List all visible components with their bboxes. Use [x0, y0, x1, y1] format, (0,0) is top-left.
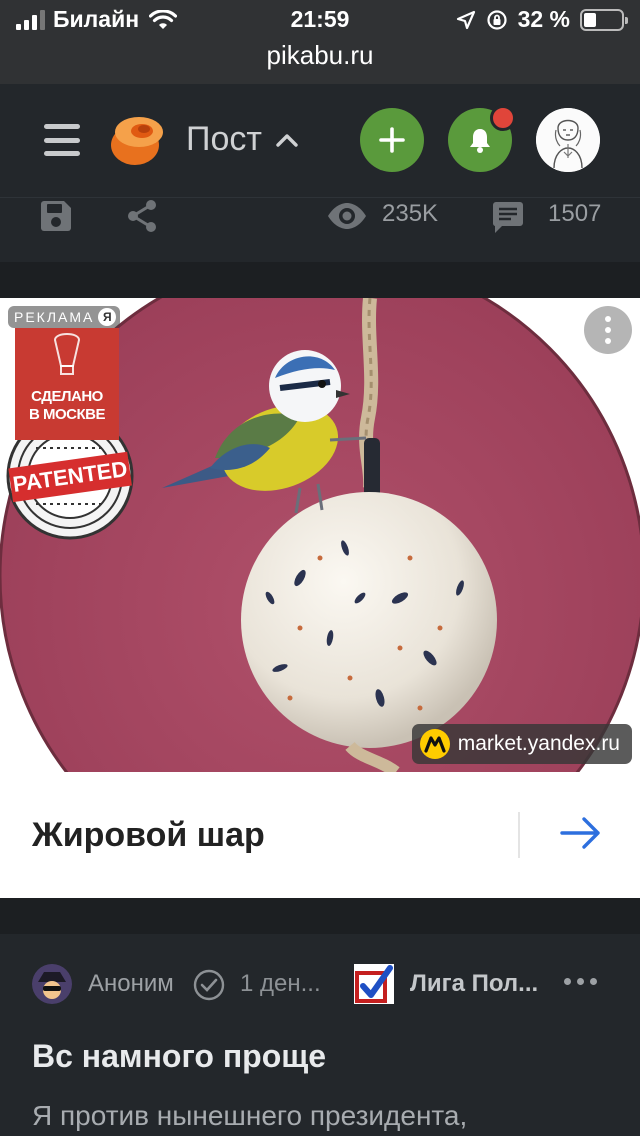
- feed-divider: [0, 262, 640, 298]
- user-avatar[interactable]: [536, 108, 600, 172]
- feed-divider-2: [0, 898, 640, 934]
- post-time: 1 ден...: [240, 970, 321, 997]
- post-text: Я против нынешнего президента,: [32, 1100, 468, 1131]
- battery-icon: [580, 8, 628, 31]
- anonymous-avatar[interactable]: [32, 964, 72, 1004]
- post-more-button[interactable]: [564, 978, 597, 985]
- plus-icon: [379, 127, 405, 153]
- notification-badge: [490, 105, 516, 131]
- post-title[interactable]: Вс намного проще: [32, 1038, 326, 1075]
- status-right: 32 %: [456, 6, 628, 33]
- page-title[interactable]: Пост: [186, 120, 298, 159]
- add-post-button[interactable]: [360, 108, 424, 172]
- post-meta: Аноним 1 ден... Лига Пол...: [32, 964, 612, 1008]
- chevron-up-icon: [276, 133, 298, 147]
- ad-label: РЕКЛАМА: [14, 309, 95, 325]
- spy-avatar-icon: [32, 964, 72, 1004]
- post-card: Аноним 1 ден... Лига Пол... Вс намного п…: [0, 934, 640, 1136]
- notifications-button[interactable]: [448, 105, 516, 172]
- app-header: Пост: [0, 84, 640, 198]
- save-icon[interactable]: [38, 198, 74, 234]
- made-in-moscow-badge: СДЕЛАНО В МОСКВЕ: [15, 328, 119, 440]
- ad-label-badge: РЕКЛАМА Я: [8, 306, 121, 328]
- ad-title[interactable]: Жировой шар: [32, 816, 265, 855]
- ad-source-label: market.yandex.ru: [457, 732, 620, 755]
- location-arrow-icon: [456, 10, 475, 29]
- status-bar: Билайн 21:59 32 % pikabu.ru: [0, 0, 640, 84]
- checkbox-vote-icon: [355, 965, 393, 1003]
- moscow-badge-icon: [53, 333, 81, 375]
- ad-source-link[interactable]: market.yandex.ru: [411, 724, 632, 764]
- ad-image[interactable]: PATENTED СДЕЛАНО В МОСКВЕ РЕКЛАМА Я marke…: [0, 298, 640, 772]
- community-name[interactable]: Лига Пол...: [410, 970, 538, 998]
- url-bar[interactable]: pikabu.ru: [0, 40, 640, 71]
- verified-check-icon: [193, 969, 225, 1001]
- arrow-right-icon[interactable]: [560, 816, 602, 850]
- yandex-mark: Я: [98, 308, 117, 326]
- share-icon[interactable]: [124, 198, 160, 234]
- page-title-label: Пост: [186, 120, 262, 158]
- rotation-lock-icon: [486, 9, 507, 30]
- post-author[interactable]: Аноним: [88, 970, 174, 998]
- avatar-sketch-image: [536, 108, 600, 172]
- views-count: 235K: [382, 200, 439, 227]
- ad-options-button[interactable]: [584, 306, 632, 354]
- ad-footer[interactable]: Жировой шар: [0, 772, 640, 898]
- pikabu-logo[interactable]: [108, 112, 166, 168]
- comments-count: 1507: [548, 200, 602, 227]
- eye-icon: [328, 203, 366, 229]
- hamburger-icon[interactable]: [44, 124, 80, 156]
- comments-icon[interactable]: [490, 200, 526, 236]
- battery-percent: 32 %: [517, 6, 570, 32]
- yandex-market-logo-icon: [419, 729, 450, 759]
- made-in-moscow-label: СДЕЛАНО В МОСКВЕ: [29, 388, 106, 423]
- bell-icon: [470, 129, 490, 153]
- ad-divider: [518, 812, 520, 858]
- post-stats-row: 235K 1507: [0, 198, 640, 262]
- community-icon[interactable]: [354, 964, 394, 1004]
